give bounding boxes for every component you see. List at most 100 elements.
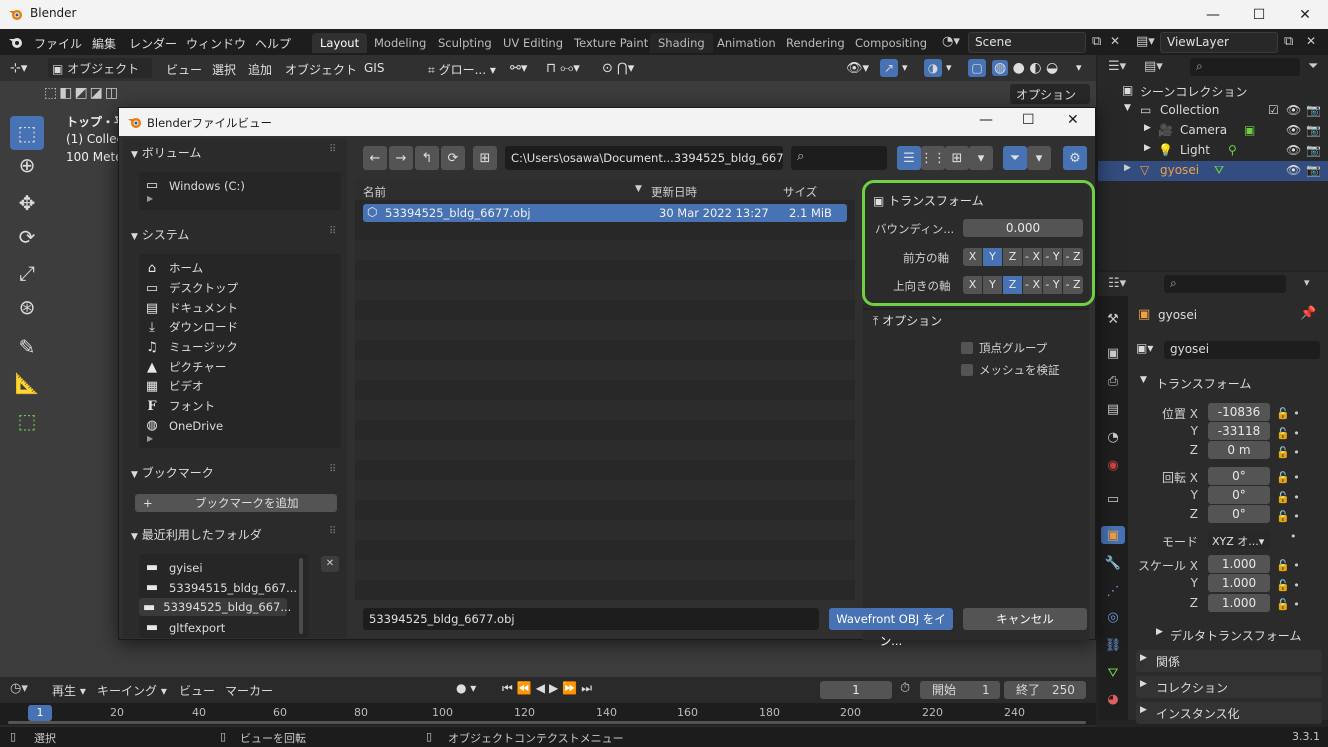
move-icon[interactable]: ✥: [10, 186, 44, 220]
new-scene-icon[interactable]: ⧉: [1092, 34, 1101, 49]
outliner-collection[interactable]: ▼ ▭ Collection ☑ 👁 📷: [1098, 101, 1328, 121]
modifier-tab-icon[interactable]: 🔧: [1104, 554, 1122, 572]
end-frame-field[interactable]: 終了 250: [1004, 681, 1086, 699]
menu-window[interactable]: ウィンドウ: [186, 35, 246, 52]
clock-icon[interactable]: ⏱: [900, 681, 910, 696]
rotation-mode-dropdown[interactable]: XYZ オ...▾: [1208, 531, 1270, 549]
scale-z-field[interactable]: 1.000: [1208, 594, 1270, 612]
drag-handle-icon[interactable]: ⠿: [329, 526, 336, 537]
close-button[interactable]: ✕: [1282, 0, 1328, 29]
timeline-scrollbar[interactable]: [8, 721, 1086, 724]
lock-icon[interactable]: 🔓: [1276, 491, 1290, 504]
object-name-field[interactable]: gyosei: [1164, 341, 1320, 359]
editor-type-icon[interactable]: ⊹▾: [10, 61, 27, 76]
playback-controls[interactable]: ⏮⏪◀▶⏩⏭: [502, 681, 596, 696]
tab-rendering[interactable]: Rendering: [778, 33, 853, 53]
constraints-tab-icon[interactable]: ⛓: [1104, 636, 1122, 654]
animate-dot-icon[interactable]: •: [1293, 446, 1300, 459]
expand-icon[interactable]: ▶: [1144, 123, 1151, 133]
visibility-icon[interactable]: 👁▾: [846, 61, 869, 76]
lock-icon[interactable]: 🔓: [1276, 559, 1290, 572]
prev-keyframe-icon[interactable]: ⏪: [517, 681, 536, 695]
tab-modeling[interactable]: Modeling: [366, 33, 434, 53]
lock-icon[interactable]: 🔓: [1276, 446, 1290, 459]
checkbox-icon[interactable]: ☑: [1268, 103, 1279, 117]
eye-icon[interactable]: 👁: [1286, 123, 1301, 137]
object-tab-icon[interactable]: ▣: [1101, 526, 1125, 544]
settings-gear-icon[interactable]: ⚙: [1063, 146, 1087, 170]
outliner-gyosei[interactable]: ▶ ▽ gyosei ⛛ 👁 📷: [1098, 161, 1328, 181]
tab-uv-editing[interactable]: UV Editing: [495, 33, 571, 53]
validate-mesh-checkbox[interactable]: [961, 364, 973, 376]
tab-texture-paint[interactable]: Texture Paint: [566, 33, 656, 53]
minimize-button[interactable]: —: [1190, 0, 1236, 29]
blender-menu-icon[interactable]: [8, 34, 24, 50]
system-item-onedrive[interactable]: ◍ OneDrive: [143, 418, 223, 433]
dialog-maximize-button[interactable]: ☐: [1022, 112, 1035, 128]
cursor-icon[interactable]: ⊕: [10, 148, 44, 182]
start-frame-field[interactable]: 開始 1: [920, 681, 1000, 699]
scale-y-field[interactable]: 1.000: [1208, 574, 1270, 592]
import-button[interactable]: Wavefront OBJ をイン...: [829, 608, 953, 648]
tab-sculpting[interactable]: Sculpting: [430, 33, 500, 53]
options-dropdown[interactable]: オプション ▾: [1010, 84, 1090, 117]
volumes-header[interactable]: ▼ ボリューム: [131, 144, 201, 164]
animate-dot-icon[interactable]: •: [1293, 598, 1300, 611]
timeline-editor-icon[interactable]: ◷▾: [10, 681, 28, 696]
add-cube-icon[interactable]: ⬚: [10, 404, 44, 438]
drag-handle-icon[interactable]: ⠿: [329, 464, 336, 475]
tab-animation[interactable]: Animation: [709, 33, 784, 53]
menu-gis[interactable]: GIS: [364, 61, 384, 75]
system-item-fonts[interactable]: F フォント: [143, 398, 215, 414]
animate-dot-icon[interactable]: •: [1293, 491, 1300, 504]
transform-orientation[interactable]: ⌗ グロー... ▾: [428, 61, 496, 78]
render-camera-icon[interactable]: 📷: [1306, 163, 1321, 177]
recent-header[interactable]: ▼ 最近利用したフォルダ: [131, 526, 262, 546]
mode-selector[interactable]: ▣ オブジェクト ▾: [48, 58, 152, 91]
filter-icon[interactable]: ⏷: [1308, 59, 1318, 74]
dialog-minimize-button[interactable]: —: [979, 112, 993, 128]
gizmo-dropdown-icon[interactable]: ▾: [902, 61, 908, 74]
properties-editor-icon[interactable]: ☷▾: [1108, 276, 1126, 291]
playback-menu[interactable]: 再生 ▾: [52, 682, 86, 699]
lock-icon[interactable]: 🔓: [1276, 407, 1290, 420]
play-reverse-icon[interactable]: ◀: [536, 681, 549, 695]
lock-icon[interactable]: 🔓: [1276, 579, 1290, 592]
file-list[interactable]: 名前 ▼ 更新日時 サイズ ⬡ 53394525_bldg_6677.obj 3…: [355, 180, 855, 600]
view-layer-tab-icon[interactable]: ▤: [1104, 400, 1122, 418]
select-box-icon[interactable]: ⬚: [10, 116, 44, 150]
menu-file[interactable]: ファイル: [34, 35, 82, 52]
material-tab-icon[interactable]: ◕: [1104, 690, 1122, 708]
menu-object[interactable]: オブジェクト: [285, 61, 357, 78]
list-vertical-view-icon[interactable]: ☰: [897, 146, 921, 170]
volume-item[interactable]: ▭ Windows (C:): [143, 178, 245, 193]
forward-icon[interactable]: →: [389, 146, 413, 170]
new-viewlayer-icon[interactable]: ⧉: [1284, 34, 1293, 49]
animate-dot-icon[interactable]: •: [1290, 530, 1297, 543]
animate-dot-icon[interactable]: •: [1293, 559, 1300, 572]
proportional-edit-icon[interactable]: ⊙ ⋂▾: [602, 61, 634, 76]
jump-end-icon[interactable]: ⏭: [581, 681, 596, 695]
scale-icon[interactable]: ⤢: [10, 256, 44, 290]
column-size[interactable]: サイズ: [783, 184, 817, 200]
location-x-field[interactable]: -10836: [1208, 403, 1270, 421]
thumbnail-view-icon[interactable]: ⊞: [945, 146, 969, 170]
render-camera-icon[interactable]: 📷: [1306, 123, 1321, 137]
physics-tab-icon[interactable]: ◎: [1104, 608, 1122, 626]
animate-dot-icon[interactable]: •: [1293, 471, 1300, 484]
lock-icon[interactable]: 🔓: [1276, 598, 1290, 611]
eye-icon[interactable]: 👁: [1286, 103, 1301, 117]
dialog-close-button[interactable]: ✕: [1067, 112, 1079, 128]
jump-start-icon[interactable]: ⏮: [502, 681, 517, 695]
system-item-documents[interactable]: ▤ ドキュメント: [143, 300, 238, 316]
filter-dropdown-icon[interactable]: ▾: [1027, 146, 1051, 170]
relations-header[interactable]: ▶ 関係: [1136, 650, 1322, 672]
maximize-button[interactable]: ☐: [1236, 0, 1282, 29]
current-frame-field[interactable]: 1: [820, 681, 892, 699]
tab-layout[interactable]: Layout: [312, 33, 368, 53]
refresh-icon[interactable]: ⟳: [441, 146, 465, 170]
object-browse-icon[interactable]: ▣▾: [1136, 341, 1164, 359]
rotation-z-field[interactable]: 0°: [1208, 505, 1270, 523]
cancel-button[interactable]: キャンセル: [963, 608, 1087, 630]
pivot-icon[interactable]: ⚯▾: [510, 61, 527, 76]
